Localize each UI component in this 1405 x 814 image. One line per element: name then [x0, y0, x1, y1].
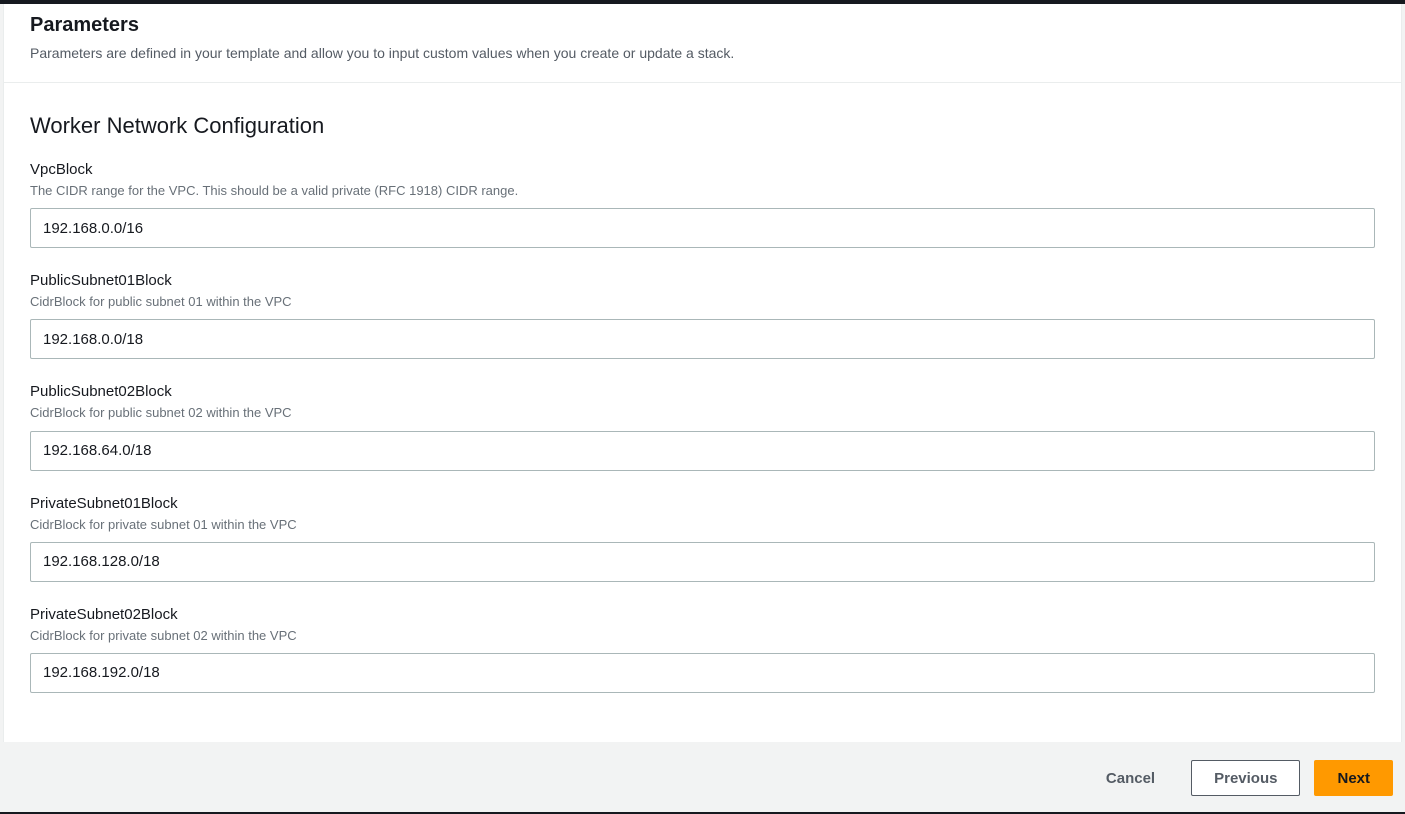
- public-subnet-01-description: CidrBlock for public subnet 01 within th…: [30, 293, 1375, 311]
- parameters-header: Parameters Parameters are defined in you…: [4, 4, 1401, 83]
- vpc-block-label: VpcBlock: [30, 161, 1375, 178]
- private-subnet-01-field: PrivateSubnet01Block CidrBlock for priva…: [30, 495, 1375, 582]
- public-subnet-02-description: CidrBlock for public subnet 02 within th…: [30, 404, 1375, 422]
- section-title: Worker Network Configuration: [30, 113, 1375, 139]
- private-subnet-02-field: PrivateSubnet02Block CidrBlock for priva…: [30, 606, 1375, 693]
- private-subnet-02-description: CidrBlock for private subnet 02 within t…: [30, 627, 1375, 645]
- next-button[interactable]: Next: [1314, 760, 1393, 796]
- private-subnet-01-input[interactable]: [30, 542, 1375, 582]
- private-subnet-01-description: CidrBlock for private subnet 01 within t…: [30, 516, 1375, 534]
- public-subnet-01-field: PublicSubnet01Block CidrBlock for public…: [30, 272, 1375, 359]
- private-subnet-02-label: PrivateSubnet02Block: [30, 606, 1375, 623]
- vpc-block-input[interactable]: [30, 208, 1375, 248]
- cancel-button[interactable]: Cancel: [1084, 760, 1177, 796]
- private-subnet-02-input[interactable]: [30, 653, 1375, 693]
- public-subnet-01-input[interactable]: [30, 319, 1375, 359]
- parameters-description: Parameters are defined in your template …: [30, 43, 1375, 64]
- worker-network-section: Worker Network Configuration VpcBlock Th…: [4, 83, 1401, 743]
- footer-actions: Cancel Previous Next: [0, 742, 1405, 814]
- parameters-container: Parameters Parameters are defined in you…: [3, 4, 1402, 744]
- vpc-block-description: The CIDR range for the VPC. This should …: [30, 182, 1375, 200]
- public-subnet-02-field: PublicSubnet02Block CidrBlock for public…: [30, 383, 1375, 470]
- previous-button[interactable]: Previous: [1191, 760, 1300, 796]
- public-subnet-02-label: PublicSubnet02Block: [30, 383, 1375, 400]
- private-subnet-01-label: PrivateSubnet01Block: [30, 495, 1375, 512]
- vpc-block-field: VpcBlock The CIDR range for the VPC. Thi…: [30, 161, 1375, 248]
- public-subnet-02-input[interactable]: [30, 431, 1375, 471]
- parameters-title: Parameters: [30, 14, 1375, 37]
- public-subnet-01-label: PublicSubnet01Block: [30, 272, 1375, 289]
